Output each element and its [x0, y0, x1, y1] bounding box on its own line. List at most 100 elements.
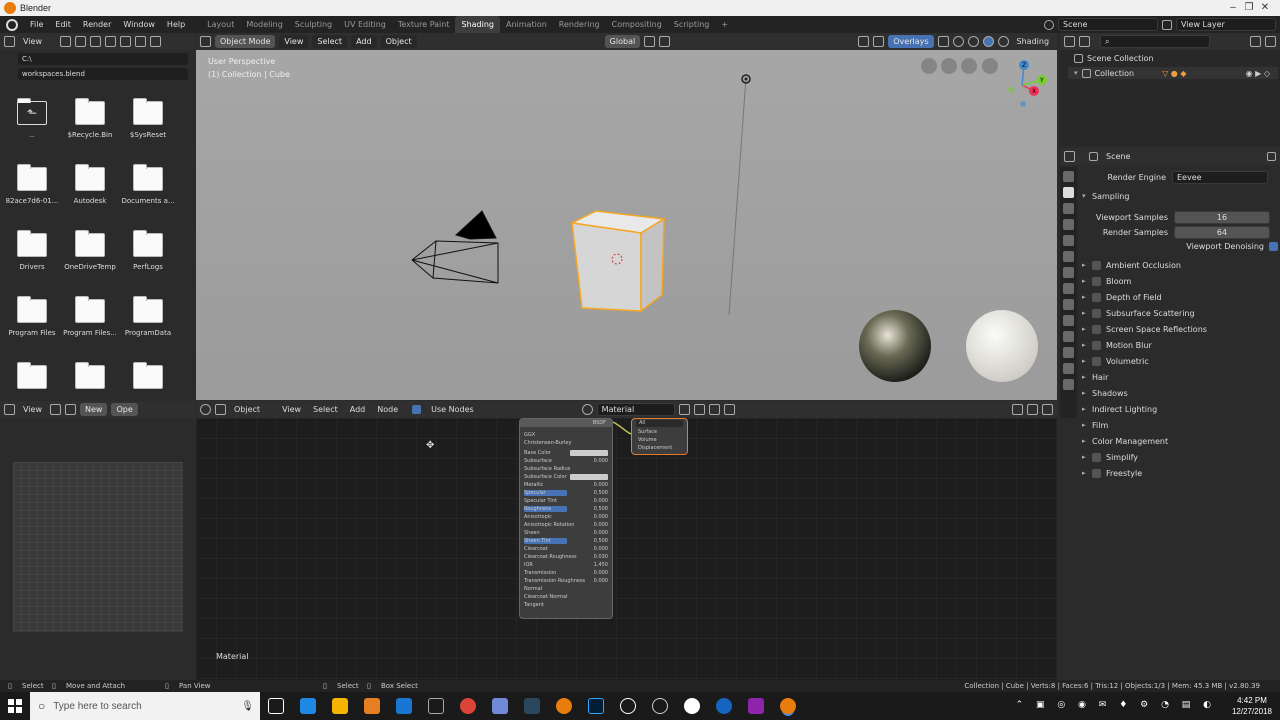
- unreal-app-icon[interactable]: [620, 698, 636, 714]
- panel-enable-checkbox[interactable]: [1092, 276, 1101, 286]
- panel-enable-checkbox[interactable]: [1092, 468, 1101, 478]
- new-collection-icon[interactable]: [1265, 36, 1276, 47]
- bsdf-input-row[interactable]: Clearcoat 0.000: [520, 545, 612, 553]
- workspace-tab-animation[interactable]: Animation: [500, 16, 553, 33]
- folder-item[interactable]: [60, 362, 120, 395]
- editor-type-icon[interactable]: [200, 404, 211, 415]
- folder-item[interactable]: Drivers: [2, 230, 62, 271]
- editor-type-icon[interactable]: [200, 36, 211, 47]
- display-list-icon[interactable]: [134, 36, 146, 47]
- folder-item[interactable]: [2, 362, 62, 395]
- close-button[interactable]: ✕: [1250, 0, 1280, 16]
- panel-color-management[interactable]: ▸ Color Management: [1082, 433, 1278, 449]
- bsdf-input-row[interactable]: Sheen 0.000: [520, 529, 612, 537]
- folder-item[interactable]: Program Files...: [60, 296, 120, 337]
- bsdf-input-row[interactable]: Metallic 0.000: [520, 481, 612, 489]
- shader-type-dropdown[interactable]: Object: [230, 405, 264, 414]
- folder-item[interactable]: Autodesk: [60, 164, 120, 205]
- folder-item[interactable]: Program Files: [2, 296, 62, 337]
- panel-enable-checkbox[interactable]: [1092, 340, 1101, 350]
- object-tab-icon[interactable]: [1063, 267, 1074, 278]
- panel-ambient-occlusion[interactable]: ▸ Ambient Occlusion: [1082, 257, 1278, 273]
- bsdf-color-swatch[interactable]: [570, 450, 608, 456]
- render-tab-icon[interactable]: [1063, 187, 1074, 198]
- chrome-browser-icon[interactable]: [460, 698, 476, 714]
- workspace-tab-scripting[interactable]: Scripting: [668, 16, 716, 33]
- camera-view-button[interactable]: [921, 58, 937, 74]
- material-output-node[interactable]: All Surface Volume Displacement: [631, 418, 688, 455]
- output-tab-icon[interactable]: [1063, 203, 1074, 214]
- windows-start-icon[interactable]: [8, 699, 22, 713]
- folder-item[interactable]: $SysReset: [118, 98, 178, 139]
- folder-item[interactable]: [118, 362, 178, 395]
- pin-icon[interactable]: [1267, 152, 1276, 161]
- tool-tab-icon[interactable]: [1063, 171, 1074, 182]
- panel-enable-checkbox[interactable]: [1092, 308, 1101, 318]
- panel-hair[interactable]: ▸ Hair: [1082, 369, 1278, 385]
- vp-menu-view[interactable]: View: [279, 35, 309, 48]
- unlink-icon[interactable]: [708, 404, 720, 415]
- bsdf-input-row[interactable]: Anisotropic 0.000: [520, 513, 612, 521]
- output-socket-surface[interactable]: Surface: [632, 428, 687, 436]
- bsdf-node-title[interactable]: BSDF: [520, 419, 612, 427]
- workspace-tab-layout[interactable]: Layout: [201, 16, 240, 33]
- blender-menu-icon[interactable]: [6, 18, 18, 31]
- panel-subsurface-scattering[interactable]: ▸ Subsurface Scattering: [1082, 305, 1278, 321]
- folder-item[interactable]: PerfLogs: [118, 230, 178, 271]
- new-image-button[interactable]: New: [79, 403, 108, 416]
- editor-type-icon[interactable]: [1064, 36, 1075, 47]
- bsdf-input-row[interactable]: Roughness 0.500: [520, 505, 612, 513]
- material-tab-icon[interactable]: [1063, 363, 1074, 374]
- bsdf-input-row[interactable]: Specular Tint 0.000: [520, 497, 612, 505]
- render-engine-dropdown[interactable]: Eevee: [1172, 170, 1268, 184]
- bsdf-input-row[interactable]: IOR 1.450: [520, 561, 612, 569]
- panel-freestyle[interactable]: ▸ Freestyle: [1082, 465, 1278, 481]
- expand-arrow-icon[interactable]: ▾: [1074, 69, 1078, 77]
- duplicate-icon[interactable]: [693, 404, 705, 415]
- bsdf-input-row[interactable]: Tangent: [520, 601, 612, 609]
- constraints-tab-icon[interactable]: [1063, 331, 1074, 342]
- outliner-scene-collection-row[interactable]: Scene Collection: [1074, 54, 1154, 63]
- fb-filename-field[interactable]: workspaces.blend: [18, 68, 188, 80]
- blender-app-icon[interactable]: [556, 698, 572, 714]
- bsdf-input-row[interactable]: Clearcoat Roughness 0.030: [520, 553, 612, 561]
- output-socket-displacement[interactable]: Displacement: [632, 444, 687, 452]
- taskbar-search-box[interactable]: ○ Type here to search 🎙: [30, 692, 260, 720]
- panel-volumetric[interactable]: ▸ Volumetric: [1082, 353, 1278, 369]
- material-shading-icon[interactable]: [982, 36, 994, 47]
- github-app-icon[interactable]: [652, 698, 668, 714]
- pen-app-icon[interactable]: [748, 698, 764, 714]
- snap-icon[interactable]: [644, 36, 656, 47]
- media-app-icon[interactable]: [364, 698, 380, 714]
- ne-menu-view[interactable]: View: [278, 405, 305, 414]
- viewport-samples-input[interactable]: 16: [1174, 210, 1270, 224]
- bsdf-subsurface-method-dropdown[interactable]: Christensen-Burley: [520, 439, 612, 447]
- editor-type-icon[interactable]: [4, 36, 15, 47]
- vp-menu-add[interactable]: Add: [351, 35, 377, 48]
- zoom-icon[interactable]: [982, 58, 998, 74]
- image-preview-area[interactable]: [13, 462, 183, 632]
- snap-element-icon[interactable]: [1042, 404, 1053, 415]
- system-tray-icons[interactable]: ⌃ ▣ ◎ ◉ ✉ ♦ ⚙ ◔ ▤ ◐: [1016, 700, 1216, 710]
- bsdf-input-row[interactable]: Sheen Tint 0.500: [520, 537, 612, 545]
- image-browse-icon[interactable]: [64, 404, 76, 415]
- render-samples-input[interactable]: 64: [1174, 225, 1270, 239]
- ne-menu-node[interactable]: Node: [373, 405, 402, 414]
- outliner-collection-row[interactable]: ▾ Collection ▽ ● ◆ ◉ ▶ ◇: [1068, 67, 1278, 79]
- menu-toggle-icon[interactable]: [49, 404, 61, 415]
- bsdf-color-swatch[interactable]: [570, 474, 608, 480]
- bsdf-input-row[interactable]: Transmission Roughness 0.000: [520, 577, 612, 585]
- display-grid-icon[interactable]: [149, 36, 161, 47]
- app-icon-g[interactable]: [684, 698, 700, 714]
- fb-path-field[interactable]: C:\: [18, 53, 188, 65]
- panel-screen-space-reflections[interactable]: ▸ Screen Space Reflections: [1082, 321, 1278, 337]
- viewport-denoising-checkbox[interactable]: [1269, 241, 1278, 251]
- wireframe-shading-icon[interactable]: [952, 36, 964, 47]
- folder-item[interactable]: OneDriveTemp: [60, 230, 120, 271]
- output-socket-volume[interactable]: Volume: [632, 436, 687, 444]
- overlays-dropdown[interactable]: Overlays: [888, 35, 934, 48]
- panel-depth-of-field[interactable]: ▸ Depth of Field: [1082, 289, 1278, 305]
- photoshop-app-icon[interactable]: [588, 698, 604, 714]
- xray-icon[interactable]: [937, 36, 949, 47]
- parent-node-icon[interactable]: [1012, 404, 1023, 415]
